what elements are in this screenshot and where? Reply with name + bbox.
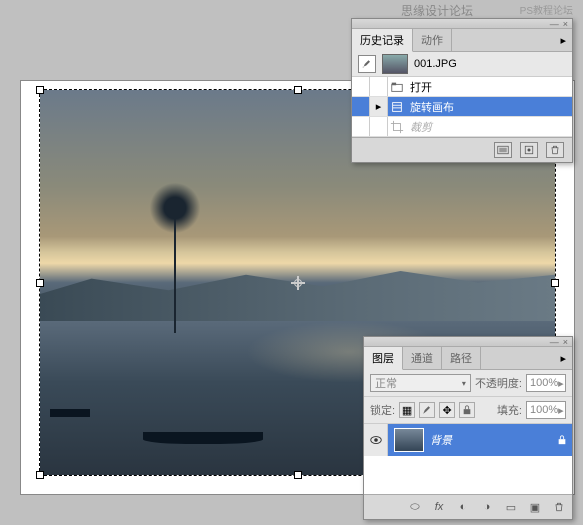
chevron-right-icon: ▸	[558, 377, 564, 390]
history-item-label: 旋转画布	[406, 99, 454, 115]
history-item-open[interactable]: 打开	[352, 77, 572, 97]
layer-options-row: 正常 ▾ 不透明度: 100% ▸	[364, 370, 572, 397]
fill-value: 100%	[530, 404, 558, 416]
history-panel: — × 历史记录 动作 ▸ 001.JPG 打开 ▸ 旋转画布	[351, 18, 573, 163]
history-marker[interactable]	[352, 97, 370, 116]
layers-list: 背景	[364, 424, 572, 494]
tab-history[interactable]: 历史记录	[352, 29, 413, 52]
layers-footer: ⬭ fx ◐ ◑ ▭ ▣	[364, 494, 572, 519]
trash-icon[interactable]	[546, 142, 564, 158]
layers-panel: — × 图层 通道 路径 ▸ 正常 ▾ 不透明度: 100% ▸ 锁定: ▦ ✥…	[363, 336, 573, 520]
new-snapshot-icon[interactable]	[494, 142, 512, 158]
snapshot-thumb[interactable]	[382, 54, 408, 74]
history-footer	[352, 137, 572, 162]
handle-mr[interactable]	[551, 279, 559, 287]
history-brush-source[interactable]: ▸	[370, 97, 388, 116]
handle-tl[interactable]	[36, 86, 44, 94]
history-brush-source[interactable]	[370, 117, 388, 136]
layer-thumbnail[interactable]	[394, 428, 424, 452]
opacity-label: 不透明度:	[475, 375, 522, 391]
delete-layer-icon[interactable]	[550, 499, 568, 515]
tab-channels[interactable]: 通道	[403, 347, 442, 369]
handle-tm[interactable]	[294, 86, 302, 94]
layers-tabs: 图层 通道 路径 ▸	[364, 347, 572, 370]
rotate-icon	[388, 100, 406, 114]
tab-actions[interactable]: 动作	[413, 29, 452, 51]
history-tabs: 历史记录 动作 ▸	[352, 29, 572, 52]
panel-titlebar[interactable]: — ×	[364, 337, 572, 347]
history-marker[interactable]	[352, 77, 370, 96]
visibility-toggle[interactable]	[364, 424, 388, 456]
lock-all-icon[interactable]	[459, 402, 475, 418]
panel-titlebar[interactable]: — ×	[352, 19, 572, 29]
lock-transparent-icon[interactable]: ▦	[399, 402, 415, 418]
lock-position-icon[interactable]: ✥	[439, 402, 455, 418]
close-icon[interactable]: ×	[563, 337, 568, 347]
fill-label: 填充:	[497, 402, 522, 418]
minimize-icon[interactable]: —	[550, 19, 559, 29]
history-item-label: 打开	[406, 79, 432, 95]
panel-menu-icon[interactable]: ▸	[554, 352, 572, 365]
adjustment-layer-icon[interactable]: ◑	[478, 499, 496, 515]
open-icon	[388, 80, 406, 94]
image-content	[50, 409, 90, 417]
lock-icon	[552, 434, 572, 446]
layer-mask-icon[interactable]: ◐	[454, 499, 472, 515]
image-content	[174, 198, 176, 333]
history-item-label: 裁剪	[406, 119, 432, 135]
minimize-icon[interactable]: —	[550, 337, 559, 347]
tab-layers[interactable]: 图层	[364, 347, 403, 370]
history-list: 打开 ▸ 旋转画布 裁剪	[352, 77, 572, 137]
history-item-crop[interactable]: 裁剪	[352, 117, 572, 137]
image-content	[143, 432, 263, 444]
fill-input[interactable]: 100% ▸	[526, 401, 566, 419]
lock-row: 锁定: ▦ ✥ 填充: 100% ▸	[364, 397, 572, 424]
panel-menu-icon[interactable]: ▸	[554, 34, 572, 47]
handle-bm[interactable]	[294, 471, 302, 479]
watermark-corner: PS教程论坛	[520, 2, 573, 17]
history-source[interactable]: 001.JPG	[352, 52, 572, 77]
watermark-text: 思缘设计论坛	[401, 2, 473, 19]
layer-name[interactable]: 背景	[430, 432, 552, 448]
history-item-rotate[interactable]: ▸ 旋转画布	[352, 97, 572, 117]
history-brush-source[interactable]	[370, 77, 388, 96]
layer-row-background[interactable]: 背景	[364, 424, 572, 456]
handle-ml[interactable]	[36, 279, 44, 287]
opacity-value: 100%	[530, 377, 558, 389]
chevron-right-icon: ▸	[558, 404, 564, 417]
blend-mode-select[interactable]: 正常 ▾	[370, 374, 471, 392]
new-document-icon[interactable]	[520, 142, 538, 158]
link-layers-icon[interactable]: ⬭	[406, 499, 424, 515]
transform-center[interactable]	[291, 276, 305, 290]
handle-bl[interactable]	[36, 471, 44, 479]
layer-fx-icon[interactable]: fx	[430, 499, 448, 515]
document-filename: 001.JPG	[414, 58, 457, 70]
crop-icon	[388, 120, 406, 134]
lock-label: 锁定:	[370, 402, 395, 418]
history-brush-icon[interactable]	[358, 55, 376, 73]
tab-paths[interactable]: 路径	[442, 347, 481, 369]
chevron-down-icon: ▾	[462, 379, 466, 388]
layer-group-icon[interactable]: ▭	[502, 499, 520, 515]
opacity-input[interactable]: 100% ▸	[526, 374, 566, 392]
history-marker[interactable]	[352, 117, 370, 136]
blend-mode-value: 正常	[375, 375, 397, 391]
close-icon[interactable]: ×	[563, 19, 568, 29]
lock-pixels-icon[interactable]	[419, 402, 435, 418]
new-layer-icon[interactable]: ▣	[526, 499, 544, 515]
